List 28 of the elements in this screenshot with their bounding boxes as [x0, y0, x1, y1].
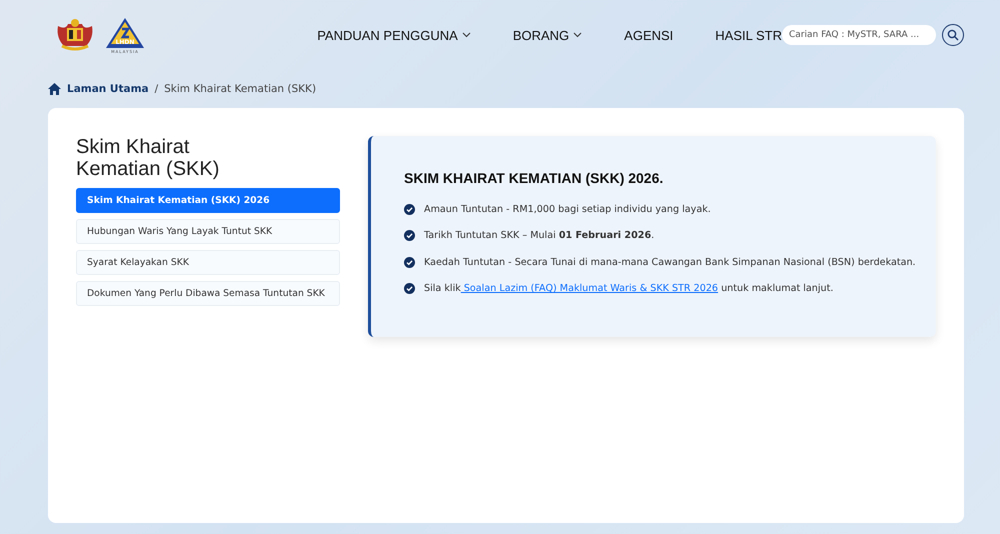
check-circle-icon — [404, 204, 415, 215]
search-icon — [947, 29, 959, 41]
nav-link[interactable]: PANDUAN PENGGUNA — [317, 28, 471, 42]
sidebar-title: Skim Khairat Kematian (SKK) — [76, 136, 220, 180]
search-field[interactable]: Carian FAQ : MySTR, SARA ... — [782, 25, 936, 45]
sidebar-item[interactable]: Dokumen Yang Perlu Dibawa Semasa Tuntutan SKK — [76, 281, 340, 306]
nav-link[interactable]: BORANG — [512, 28, 582, 42]
breadcrumb-current: Skim Khairat Kematian (SKK) — [164, 83, 316, 95]
nav-link[interactable]: HASIL STR — [715, 28, 782, 42]
check-circle-icon — [404, 230, 415, 242]
info-text: Kaedah Tuntutan - Secara Tunai di mana-mana Cawangan Bank Simpanan Nasional (BSN) berdekatan. — [424, 256, 916, 268]
info-text: Amaun Tuntutan - RM1,000 bagi setiap individu yang layak. — [424, 204, 711, 215]
faq-link[interactable]: Soalan Lazim (FAQ) Maklumat Waris & SKK STR 2026 — [460, 283, 718, 294]
check-circle-icon — [404, 283, 415, 294]
sidebar-item[interactable]: Syarat Kelayakan SKK — [76, 250, 340, 275]
check-circle-icon — [404, 256, 415, 268]
nav-link[interactable]: AGENSI — [624, 28, 674, 42]
search-button[interactable] — [942, 24, 964, 46]
sidebar-item[interactable]: Hubungan Waris Yang Layak Tuntut SKK — [76, 219, 340, 244]
sidebar-item[interactable]: Skim Khairat Kematian (SKK) 2026 — [76, 188, 340, 213]
info-text: Sila klik Soalan Lazim (FAQ) Maklumat Waris & SKK STR 2026 untuk maklumat lanjut. — [424, 283, 834, 294]
info-text: Tarikh Tuntutan SKK – Mulai 01 Februari 2026. — [424, 230, 654, 242]
chevron-down-icon — [462, 32, 471, 38]
breadcrumb-separator: / — [154, 83, 158, 95]
breadcrumb-link[interactable]: Laman Utama — [67, 83, 149, 95]
chevron-down-icon — [573, 32, 582, 38]
home-icon — [48, 83, 61, 95]
info-title: SKIM KHAIRAT KEMATIAN (SKK) 2026. — [404, 170, 664, 186]
